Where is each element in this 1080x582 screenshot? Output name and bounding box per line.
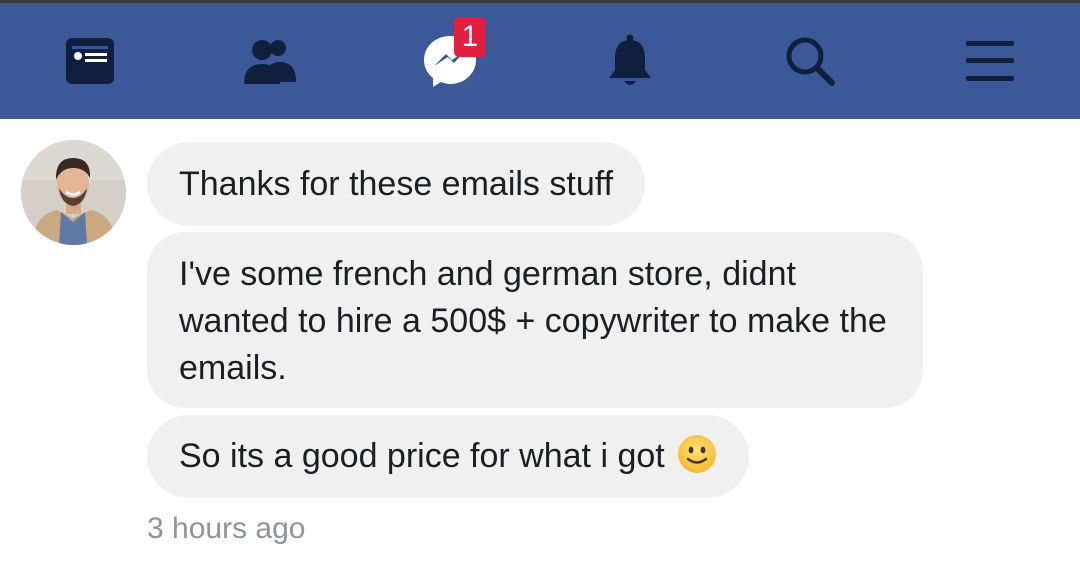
- menu-icon: [965, 40, 1015, 82]
- message-text: I've some french and german store, didnt…: [179, 254, 887, 387]
- nav-search[interactable]: [750, 3, 870, 119]
- message-timestamp: 3 hours ago: [147, 512, 306, 545]
- message-text: So its a good price for what i got: [179, 437, 665, 475]
- slightly-smiling-face-icon: [677, 434, 717, 474]
- message-bubble[interactable]: I've some french and german store, didnt…: [147, 232, 923, 408]
- news-feed-icon: [65, 36, 115, 86]
- bell-icon: [606, 34, 654, 88]
- nav-notifications[interactable]: [570, 3, 690, 119]
- nav-news-feed[interactable]: [30, 3, 150, 119]
- sender-avatar[interactable]: [21, 140, 126, 245]
- search-icon: [784, 35, 836, 87]
- top-navigation-bar: 1: [0, 3, 1080, 119]
- nav-friends[interactable]: [210, 3, 330, 119]
- message-bubble[interactable]: So its a good price for what i got: [147, 415, 749, 498]
- nav-menu[interactable]: [930, 3, 1050, 119]
- message-bubble[interactable]: Thanks for these emails stuff: [147, 142, 646, 226]
- friends-icon: [242, 38, 298, 84]
- messenger-notification-badge: 1: [454, 17, 486, 57]
- nav-messenger[interactable]: 1: [390, 3, 510, 119]
- message-text: Thanks for these emails stuff: [179, 164, 614, 203]
